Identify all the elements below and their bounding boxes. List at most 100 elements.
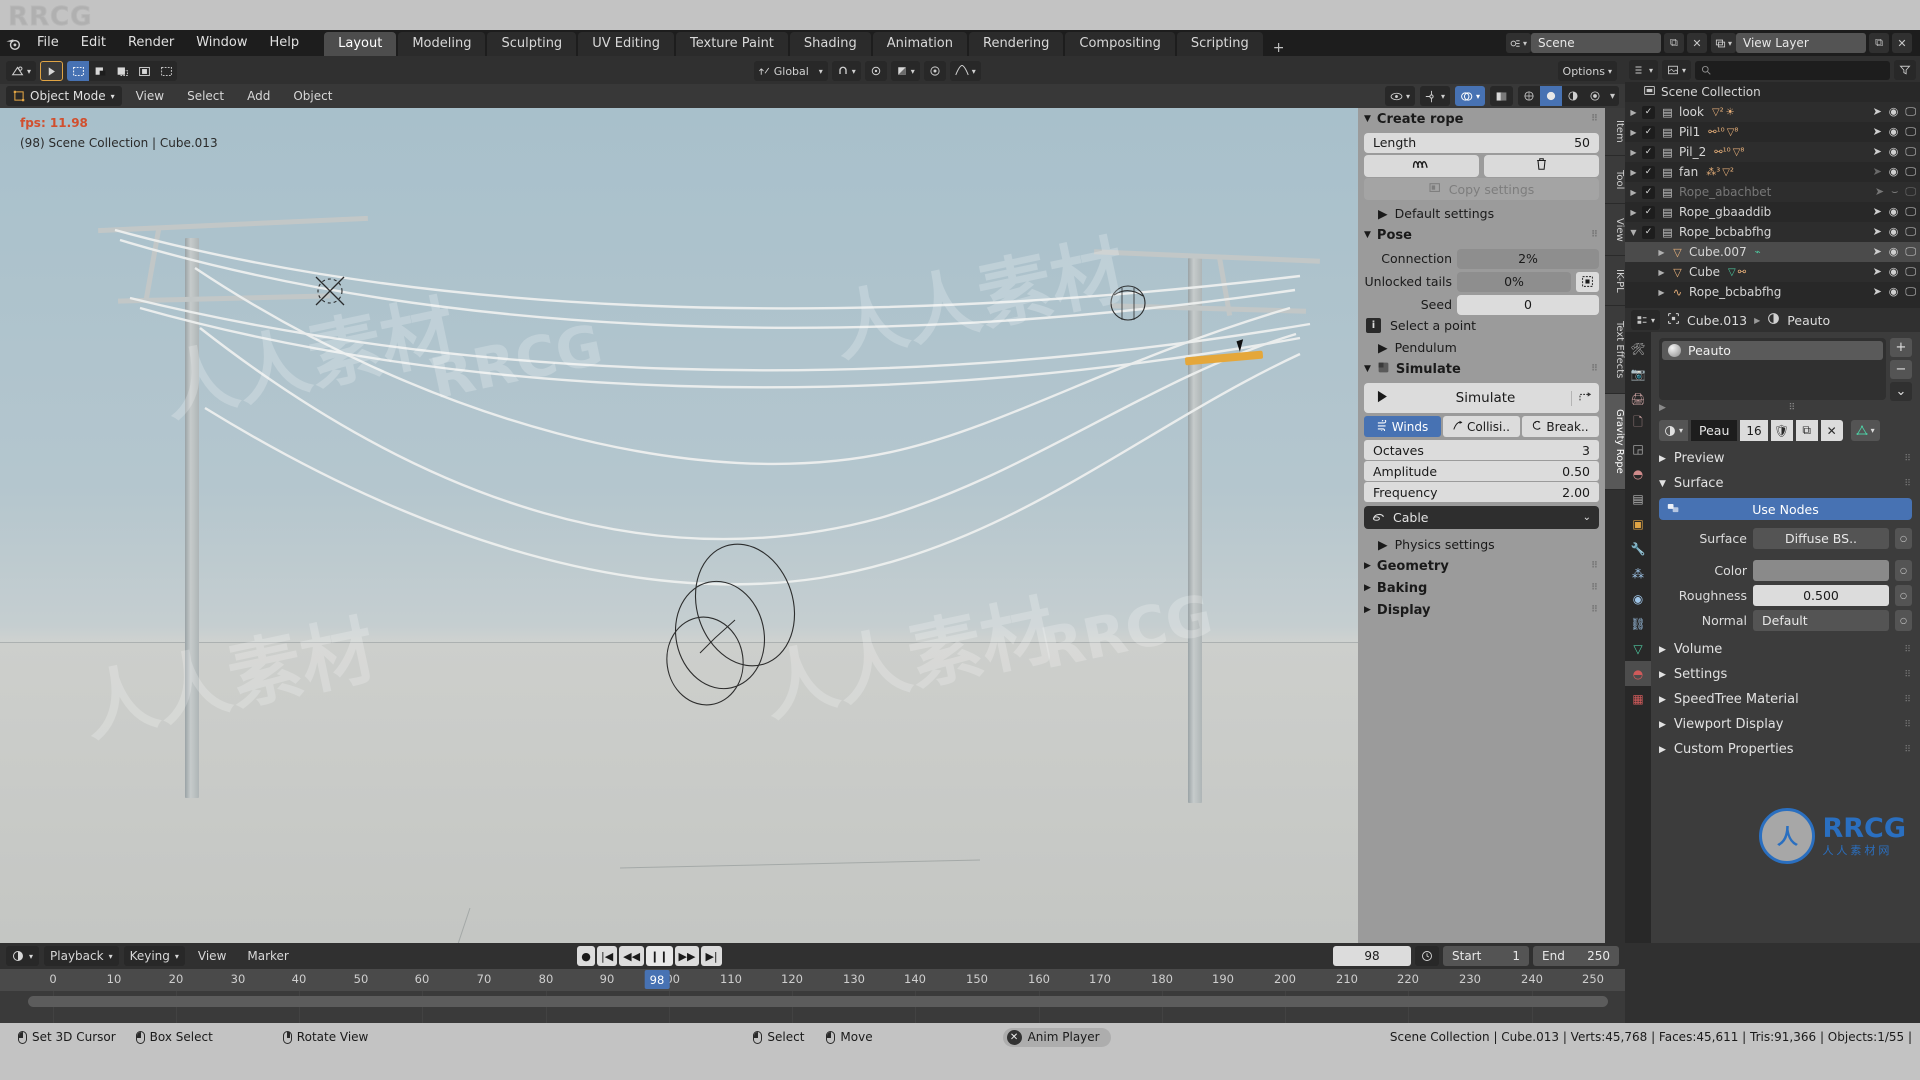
outliner-display-mode-button[interactable]: ▾ [1662,60,1692,80]
outliner-search-input[interactable] [1695,60,1890,80]
hide-viewport-icon[interactable]: ◉ [1889,125,1899,139]
menu-render[interactable]: Render [117,30,185,56]
breadcrumb-object-label[interactable]: Cube.013 [1687,313,1747,328]
frame-sync-icon[interactable] [1415,946,1439,966]
timeline-track-area[interactable] [0,991,1625,1023]
surface-shader-dropdown[interactable]: Diffuse BS.. [1753,528,1889,549]
drag-grip-icon[interactable]: ⠿ [1591,115,1599,124]
normal-dropdown[interactable]: Default [1753,610,1889,631]
drag-grip-icon[interactable]: ⠿ [1591,365,1599,374]
selectable-icon[interactable]: ➤ [1873,125,1882,139]
workspace-tab-texture-paint[interactable]: Texture Paint [676,32,788,56]
material-slot-box[interactable]: Peauto [1659,338,1886,400]
normal-link-dot-icon[interactable]: ○ [1895,610,1912,631]
tab-render[interactable]: 📷 [1625,361,1651,386]
new-scene-button[interactable]: ⧉ [1663,33,1684,53]
drag-grip-icon[interactable]: ⠿ [1904,695,1912,704]
connection-slider[interactable]: 2% [1457,248,1599,269]
gizmo-toggle-button[interactable]: ▾ [1419,86,1450,106]
tab-scene[interactable]: ◲ [1625,436,1651,461]
drag-grip-icon[interactable]: ⠿ [1591,606,1599,615]
cable-preset-dropdown[interactable]: Cable ⌄ [1364,506,1599,529]
remove-viewlayer-button[interactable]: ✕ [1892,33,1912,53]
overlays-toggle-button[interactable]: ▾ [1454,86,1485,106]
outliner-row-pil1[interactable]: ▶ ✓ ▤ Pil1 ⚯¹⁰ ▽⁸ ➤ ◉ 🖵 [1625,122,1920,142]
hide-viewport-icon[interactable]: ◉ [1889,165,1899,179]
hide-viewport-icon[interactable]: ◉ [1889,145,1899,159]
expand-arrow-icon[interactable]: ▶ [1625,208,1642,217]
material-slot-menu-button[interactable]: ⌄ [1890,382,1912,401]
tab-view-layer[interactable]: 🗋 [1625,411,1651,436]
volume-section-header[interactable]: ▶ Volume ⠿ [1651,637,1920,662]
outliner-editor-type-button[interactable]: ▾ [1629,60,1659,80]
new-material-icon[interactable]: ⧉ [1795,420,1818,441]
workspace-tab-animation[interactable]: Animation [872,32,967,56]
scene-selector[interactable]: ▾ Scene ⧉ ✕ [1505,33,1707,53]
exclude-checkbox[interactable]: ✓ [1642,105,1655,119]
tab-data[interactable]: ▽ [1625,636,1651,661]
tab-object[interactable]: ▣ [1625,511,1651,536]
hide-viewport-icon[interactable]: ⌣ [1891,185,1898,199]
falloff-curve-button[interactable]: ▾ [949,61,981,81]
menu-file[interactable]: File [26,30,70,56]
custom-properties-section-header[interactable]: ▶ Custom Properties ⠿ [1651,737,1920,762]
viewport-menu-select[interactable]: Select [178,89,233,103]
expand-arrow-icon[interactable]: ▶ [1625,108,1642,117]
copy-settings-button[interactable]: Copy settings [1364,178,1599,200]
amplitude-row[interactable]: Amplitude 0.50 [1364,461,1599,481]
surface-link-dot-icon[interactable]: ○ [1895,528,1912,549]
vtab-view[interactable]: View [1605,204,1625,256]
blender-logo-icon[interactable] [0,30,26,56]
viewlayer-selector[interactable]: ▾ View Layer ⧉ ✕ [1710,33,1912,53]
solid-shading-icon[interactable] [1540,86,1562,106]
speedtree-material-section-header[interactable]: ▶ SpeedTree Material ⠿ [1651,687,1920,712]
hide-viewport-icon[interactable]: ◉ [1889,245,1899,259]
collapse-arrow-icon[interactable]: ▼ [1625,228,1642,237]
hide-viewport-icon[interactable]: ◉ [1889,205,1899,219]
disable-render-icon[interactable]: 🖵 [1905,125,1916,139]
close-icon[interactable]: ✕ [1006,1029,1022,1045]
scene-browse-icon[interactable]: ▾ [1505,33,1531,53]
previous-keyframe-button[interactable]: ◀◀ [619,946,645,966]
keying-menu[interactable]: Keying ▾ [123,946,185,966]
disable-render-icon[interactable]: 🖵 [1905,145,1916,159]
disable-render-icon[interactable]: 🖵 [1905,205,1916,219]
proportional-editing-button[interactable] [864,61,887,81]
menu-help[interactable]: Help [259,30,311,56]
simulate-button[interactable]: Simulate [1364,383,1599,413]
create-rope-section-header[interactable]: ▼ Create rope ⠿ [1358,108,1605,130]
selectable-icon[interactable]: ➤ [1875,185,1884,199]
add-workspace-button[interactable]: + [1265,40,1293,56]
workspace-tab-rendering[interactable]: Rendering [969,32,1064,56]
viewport-menu-object[interactable]: Object [284,89,341,103]
vtab-ik-pl[interactable]: IK-PL [1605,256,1625,306]
drag-grip-icon[interactable]: ⠿ [1591,231,1599,240]
xray-toggle-button[interactable] [1490,86,1513,106]
outliner-row-rope-gbaaddib[interactable]: ▶ ✓ ▤ Rope_gbaaddib ➤ ◉ 🖵 [1625,202,1920,222]
expand-arrow-icon[interactable]: ▶ [1653,248,1670,257]
menu-edit[interactable]: Edit [70,30,117,56]
workspace-tab-sculpting[interactable]: Sculpting [487,32,577,56]
material-users-count[interactable]: 16 [1740,420,1768,441]
material-browse-icon[interactable]: ▾ [1659,420,1689,441]
anim-player-badge[interactable]: ✕ Anim Player [1002,1027,1111,1047]
selectable-icon[interactable]: ➤ [1873,205,1882,219]
remove-material-slot-button[interactable]: − [1890,360,1912,379]
expand-arrow-icon[interactable]: ▶ [1625,168,1642,177]
properties-editor-type-button[interactable]: ▾ [1631,310,1661,330]
preview-section-header[interactable]: ▶ Preview ⠿ [1651,446,1920,471]
tab-output[interactable]: 🖨 [1625,386,1651,411]
frequency-row[interactable]: Frequency 2.00 [1364,482,1599,502]
settings-section-header[interactable]: ▶ Settings ⠿ [1651,662,1920,687]
expand-arrow-icon[interactable]: ▶ [1659,403,1666,413]
tab-material[interactable]: ◓ [1625,661,1651,686]
viewlayer-browse-icon[interactable]: ▾ [1710,33,1736,53]
exclude-checkbox[interactable]: ✓ [1642,185,1655,199]
rendered-shading-icon[interactable] [1584,86,1606,106]
viewport-menu-add[interactable]: Add [238,89,279,103]
exclude-checkbox[interactable]: ✓ [1642,205,1655,219]
disable-render-icon[interactable]: 🖵 [1905,185,1916,199]
drag-grip-icon[interactable]: ⠿ [1904,645,1912,654]
editor-type-button[interactable]: ▾ [6,61,37,81]
end-frame-field[interactable]: End 250 [1533,946,1619,966]
